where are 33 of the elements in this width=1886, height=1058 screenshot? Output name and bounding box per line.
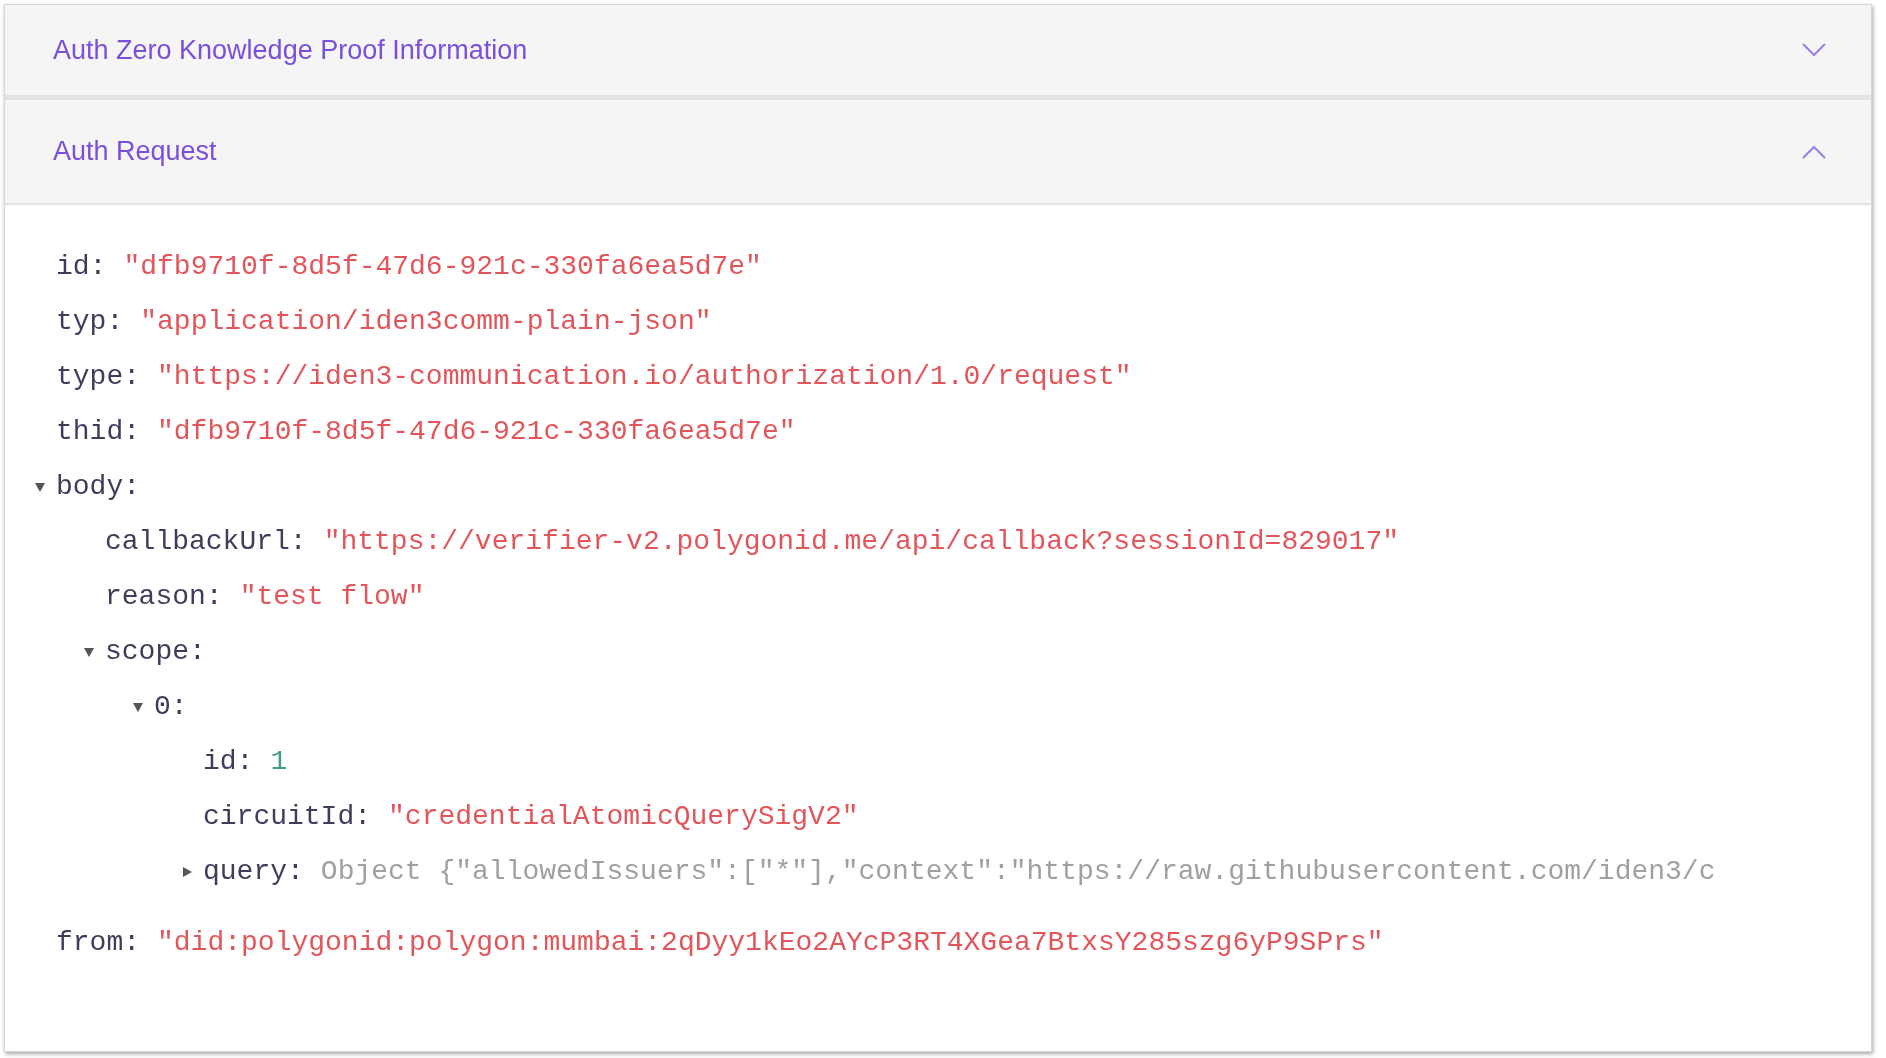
tree-value: "https://verifier-v2.polygonid.me/api/callback?sessionId=829017"	[323, 524, 1399, 559]
tree-key: scope:	[105, 630, 206, 673]
tree-key: id:	[203, 740, 254, 783]
expanded-triangle-icon[interactable]	[34, 480, 46, 493]
tree-key: typ:	[56, 300, 124, 343]
accordion-header[interactable]: Auth Request	[5, 97, 1871, 205]
tree-value: "application/iden3comm-plain-json"	[140, 304, 712, 339]
tree-value: "https://iden3-communication.io/authorization/1.0/request"	[157, 359, 1132, 394]
tree-value: "did:polygonid:polygon:mumbai:2qDyy1kEo2AYcP3RT4XGea7BtxsY285szg6yP9SPrs"	[157, 925, 1384, 960]
tree-value: "dfb9710f-8d5f-47d6-921c-330fa6ea5d7e"	[157, 414, 796, 449]
tree-value: Object {"allowedIssuers":["*"],"context":"https://raw.githubusercontent.com/iden3/c	[320, 854, 1716, 889]
chevron-up-icon[interactable]	[1801, 143, 1827, 160]
tree-key: body:	[56, 465, 140, 508]
tree-value: 1	[270, 744, 288, 779]
collapsed-triangle-icon[interactable]	[181, 865, 193, 878]
tree-key: thid:	[56, 410, 140, 453]
tree-key: id:	[56, 245, 107, 288]
tree-key: circuitId:	[203, 795, 372, 838]
tree-key: reason:	[105, 575, 223, 618]
expanded-triangle-icon[interactable]	[132, 700, 144, 713]
tree-value: "test flow"	[239, 579, 425, 614]
accordion-title: Auth Request	[53, 135, 217, 168]
tree-key: callbackUrl:	[105, 520, 307, 563]
tree-value: "credentialAtomicQuerySigV2"	[388, 799, 859, 834]
tree-key: query:	[203, 850, 304, 893]
tree-key: 0:	[154, 685, 188, 728]
chevron-down-icon[interactable]	[1801, 42, 1827, 58]
tree-key: type:	[56, 355, 140, 398]
accordion-header[interactable]: Auth Zero Knowledge Proof Information	[5, 5, 1871, 97]
accordion-title: Auth Zero Knowledge Proof Information	[53, 33, 528, 67]
expanded-triangle-icon[interactable]	[83, 645, 95, 658]
tree-value: "dfb9710f-8d5f-47d6-921c-330fa6ea5d7e"	[123, 249, 762, 284]
tree-key: from:	[56, 921, 140, 964]
